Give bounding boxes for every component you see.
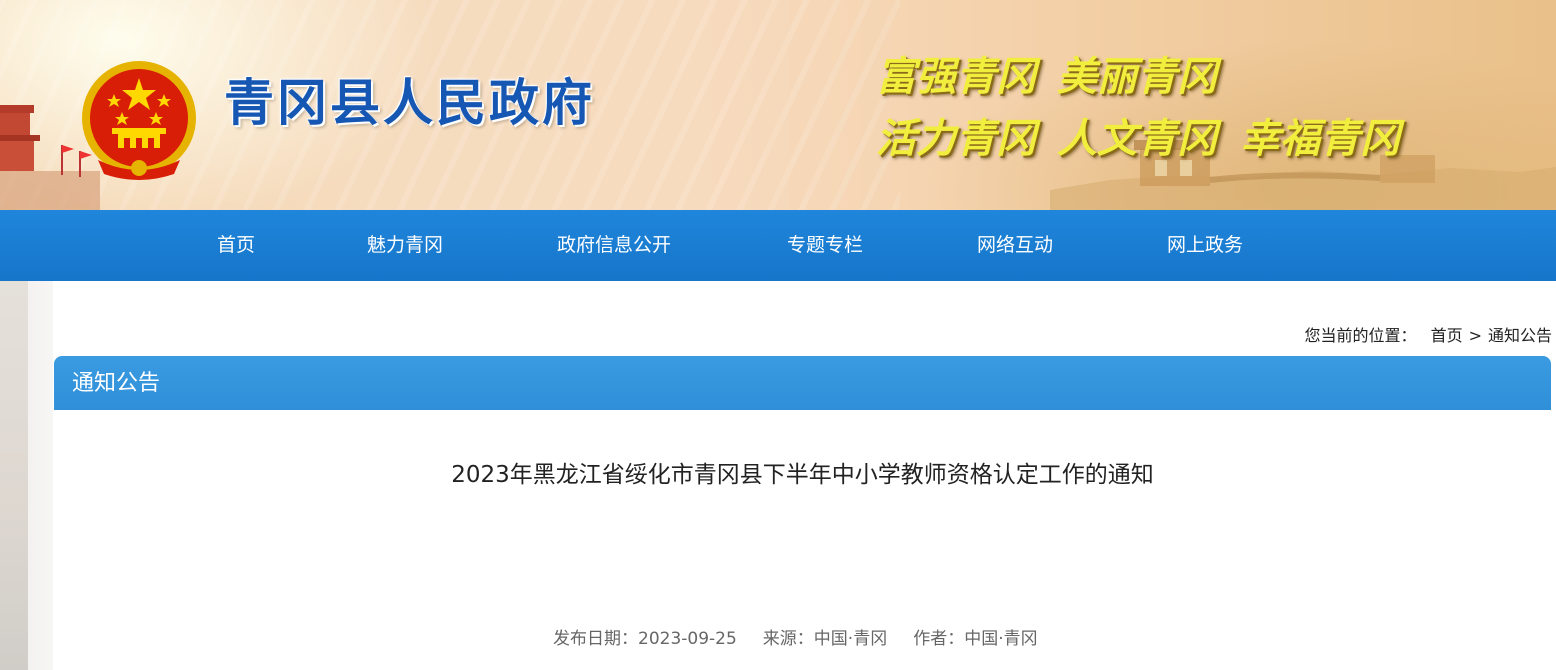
breadcrumb-label: 您当前的位置： [1304, 326, 1417, 345]
publish-date: 2023-09-25 [638, 629, 737, 649]
nav-item-online-services[interactable]: 网上政务 [1167, 210, 1243, 281]
author-value: 中国·青冈 [964, 629, 1038, 649]
section-header-bar: 通知公告 [54, 356, 1551, 410]
breadcrumb: 您当前的位置： 首页 > 通知公告 [1305, 322, 1552, 346]
nav-item-interaction[interactable]: 网络互动 [977, 210, 1053, 281]
site-title: 青冈县人民政府 [224, 73, 595, 132]
publish-date-label: 发布日期： [553, 629, 638, 649]
section-title: 通知公告 [72, 371, 161, 396]
nav-item-gov-info[interactable]: 政府信息公开 [557, 210, 671, 281]
article-meta: 发布日期：2023-09-25 来源：中国·青冈 作者：中国·青冈 [553, 624, 1038, 649]
source-value: 中国·青冈 [813, 629, 888, 649]
main-nav: 首页 魅力青冈 政府信息公开 专题专栏 网络互动 网上政务 [0, 210, 1556, 281]
national-emblem-icon [82, 61, 196, 180]
source-label: 来源： [762, 629, 814, 649]
slogan-1: 富强青冈 [876, 54, 1036, 100]
article-title: 2023年黑龙江省绥化市青冈县下半年中小学教师资格认定工作的通知 [451, 462, 1154, 488]
nav-item-topics[interactable]: 专题专栏 [787, 210, 863, 281]
slogan-4: 人文青冈 [1057, 116, 1217, 162]
slogan-3: 活力青冈 [876, 116, 1036, 162]
left-decoration-strip [0, 281, 28, 670]
header-banner: 青冈县人民政府 富强青冈 美丽青冈 活力青冈 人文青冈 幸福青冈 [0, 0, 1556, 210]
nav-item-charm[interactable]: 魅力青冈 [367, 210, 443, 281]
slogan-5: 幸福青冈 [1240, 116, 1400, 162]
slogan-2: 美丽青冈 [1057, 54, 1217, 100]
breadcrumb-current-link[interactable]: 通知公告 [1488, 326, 1552, 345]
breadcrumb-separator: > [1468, 326, 1482, 345]
breadcrumb-home-link[interactable]: 首页 [1431, 326, 1463, 345]
author-label: 作者： [913, 629, 965, 649]
nav-item-home[interactable]: 首页 [217, 210, 255, 281]
